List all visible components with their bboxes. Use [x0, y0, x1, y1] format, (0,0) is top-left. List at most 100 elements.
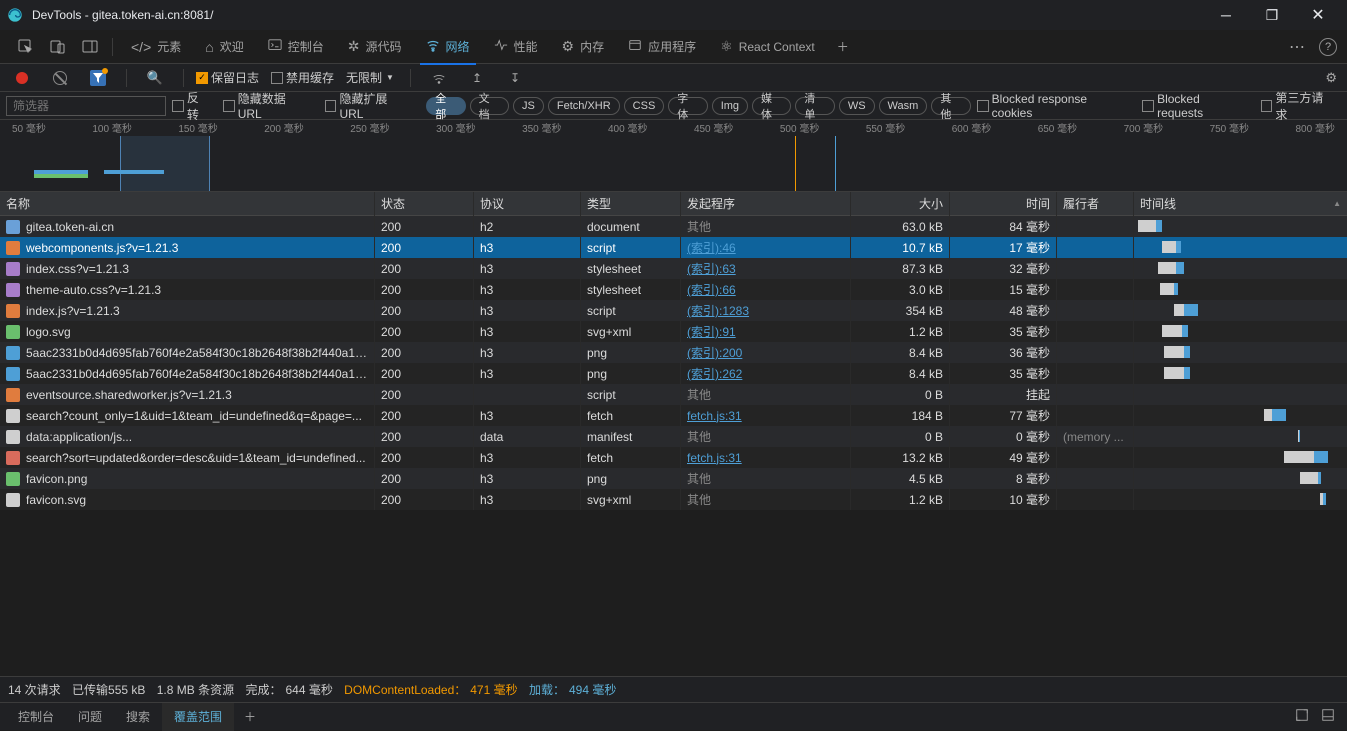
tab-memory[interactable]: ⚙内存: [550, 30, 617, 64]
col-type[interactable]: 类型: [581, 192, 681, 216]
tab-console[interactable]: 控制台: [256, 30, 336, 64]
table-row[interactable]: 5aac2331b0d4d695fab760f4e2a584f30c18b264…: [0, 342, 1347, 363]
filter-pill-其他[interactable]: 其他: [931, 97, 970, 115]
hide-ext-url-checkbox[interactable]: 隐藏扩展 URL: [325, 90, 415, 121]
tab-welcome[interactable]: ⌂欢迎: [193, 30, 255, 64]
preserve-log-checkbox[interactable]: 保留日志: [196, 69, 259, 86]
col-status[interactable]: 状态: [375, 192, 474, 216]
checkbox-label: 隐藏数据 URL: [238, 90, 313, 121]
table-row[interactable]: webcomponents.js?v=1.21.3200h3script(索引)…: [0, 237, 1347, 258]
sort-arrow-icon: ▲: [1333, 199, 1341, 208]
filter-pill-Img[interactable]: Img: [712, 97, 748, 115]
blocked-requests-checkbox[interactable]: Blocked requests: [1142, 92, 1248, 120]
dock-icon[interactable]: [79, 36, 101, 58]
tab-application[interactable]: 应用程序: [616, 30, 708, 64]
invert-checkbox[interactable]: 反转: [172, 89, 211, 123]
tab-sources[interactable]: ✲源代码: [336, 30, 414, 64]
blocked-cookies-checkbox[interactable]: Blocked response cookies: [977, 92, 1130, 120]
table-row[interactable]: data:application/js...200datamanifest其他0…: [0, 426, 1347, 447]
table-row[interactable]: index.css?v=1.21.3200h3stylesheet(索引):63…: [0, 258, 1347, 279]
close-button[interactable]: ✕: [1295, 0, 1341, 30]
table-row[interactable]: favicon.png200h3png其他4.5 kB8 毫秒: [0, 468, 1347, 489]
col-fulfilled[interactable]: 履行者: [1057, 192, 1134, 216]
window-title: DevTools - gitea.token-ai.cn:8081/: [32, 8, 1203, 22]
minimize-button[interactable]: ─: [1203, 0, 1249, 30]
settings-gear-icon[interactable]: ⚙: [1325, 70, 1337, 86]
filter-pill-JS[interactable]: JS: [513, 97, 544, 115]
device-icon[interactable]: [47, 36, 69, 58]
table-row[interactable]: 5aac2331b0d4d695fab760f4e2a584f30c18b264…: [0, 363, 1347, 384]
filter-pill-CSS[interactable]: CSS: [624, 97, 665, 115]
filter-pill-Fetch/XHR[interactable]: Fetch/XHR: [548, 97, 620, 115]
maximize-button[interactable]: ❐: [1249, 0, 1295, 30]
timeline-tick: 800 毫秒: [1296, 120, 1335, 136]
tab-label: 欢迎: [220, 38, 244, 55]
drawer-tab-coverage[interactable]: 覆盖范围: [162, 703, 234, 731]
filter-pill-字体[interactable]: 字体: [668, 97, 707, 115]
drawer-dock-icon[interactable]: [1321, 708, 1335, 725]
timeline-tick: 500 毫秒: [780, 120, 819, 136]
more-icon[interactable]: ⋯: [1289, 37, 1305, 57]
filter-pill-全部[interactable]: 全部: [426, 97, 465, 115]
col-size[interactable]: 大小: [851, 192, 950, 216]
table-row[interactable]: favicon.svg200h3svg+xml其他1.2 kB10 毫秒: [0, 489, 1347, 510]
network-conditions-icon[interactable]: [428, 67, 450, 89]
tab-react[interactable]: ⚛React Context: [708, 30, 827, 64]
tab-label: 性能: [514, 38, 538, 55]
status-dcl-value: 471 毫秒: [470, 681, 517, 698]
disable-cache-checkbox[interactable]: 禁用缓存: [271, 69, 334, 86]
app-icon: [628, 38, 642, 55]
table-row[interactable]: search?sort=updated&order=desc&uid=1&tea…: [0, 447, 1347, 468]
table-row[interactable]: index.js?v=1.21.3200h3script(索引):1283354…: [0, 300, 1347, 321]
col-protocol[interactable]: 协议: [474, 192, 581, 216]
filter-pill-WS[interactable]: WS: [839, 97, 875, 115]
col-waterfall[interactable]: 时间线 ▲: [1134, 192, 1347, 216]
record-button[interactable]: [11, 67, 33, 89]
col-name[interactable]: 名称: [0, 192, 375, 216]
tab-network[interactable]: 网络: [414, 30, 482, 64]
search-icon[interactable]: 🔍: [144, 67, 166, 89]
drawer-expand-icon[interactable]: [1295, 708, 1309, 725]
timeline-tick: 550 毫秒: [866, 120, 905, 136]
filter-pill-媒体[interactable]: 媒体: [752, 97, 791, 115]
filter-pill-清单[interactable]: 清单: [795, 97, 834, 115]
drawer-add-icon[interactable]: ＋: [239, 706, 261, 728]
inspect-icon[interactable]: [15, 36, 37, 58]
checkbox-label: 禁用缓存: [286, 69, 334, 86]
timeline-tick: 150 毫秒: [178, 120, 217, 136]
filter-input[interactable]: [6, 96, 166, 116]
table-row[interactable]: gitea.token-ai.cn200h2document其他63.0 kB8…: [0, 216, 1347, 237]
upload-icon[interactable]: ↥: [466, 67, 488, 89]
tab-elements[interactable]: </>元素: [119, 30, 193, 64]
table-row[interactable]: search?count_only=1&uid=1&team_id=undefi…: [0, 405, 1347, 426]
timeline-tick: 50 毫秒: [12, 120, 46, 136]
help-icon[interactable]: ?: [1319, 38, 1337, 56]
tab-performance[interactable]: 性能: [482, 30, 550, 64]
table-row[interactable]: logo.svg200h3svg+xml(索引):911.2 kB35 毫秒: [0, 321, 1347, 342]
drawer-tab-issues[interactable]: 问题: [66, 703, 114, 731]
status-transferred: 已传输555 kB: [72, 681, 145, 698]
table-row[interactable]: eventsource.sharedworker.js?v=1.21.3200s…: [0, 384, 1347, 405]
tab-label: React Context: [739, 40, 815, 54]
add-tab-icon[interactable]: ＋: [832, 36, 854, 58]
filter-toggle[interactable]: [87, 67, 109, 89]
checkbox-label: 第三方请求: [1275, 89, 1335, 123]
timeline-overview[interactable]: 50 毫秒100 毫秒150 毫秒200 毫秒250 毫秒300 毫秒350 毫…: [0, 120, 1347, 192]
drawer-tab-console[interactable]: 控制台: [6, 703, 66, 731]
third-party-checkbox[interactable]: 第三方请求: [1261, 89, 1336, 123]
table-row[interactable]: theme-auto.css?v=1.21.3200h3stylesheet(索…: [0, 279, 1347, 300]
code-icon: </>: [131, 39, 151, 55]
drawer-tab-search[interactable]: 搜索: [114, 703, 162, 731]
filter-pill-文档[interactable]: 文档: [470, 97, 509, 115]
timeline-tick: 100 毫秒: [92, 120, 131, 136]
col-initiator[interactable]: 发起程序: [681, 192, 851, 216]
col-time[interactable]: 时间: [950, 192, 1057, 216]
throttle-dropdown[interactable]: 无限制▼: [346, 69, 394, 86]
col-label: 时间线: [1140, 195, 1176, 212]
filter-bar: 反转 隐藏数据 URL 隐藏扩展 URL 全部文档JSFetch/XHRCSS字…: [0, 92, 1347, 120]
dropdown-value: 无限制: [346, 69, 382, 86]
filter-pill-Wasm[interactable]: Wasm: [879, 97, 928, 115]
clear-button[interactable]: [49, 67, 71, 89]
hide-data-url-checkbox[interactable]: 隐藏数据 URL: [223, 90, 313, 121]
download-icon[interactable]: ↧: [504, 67, 526, 89]
